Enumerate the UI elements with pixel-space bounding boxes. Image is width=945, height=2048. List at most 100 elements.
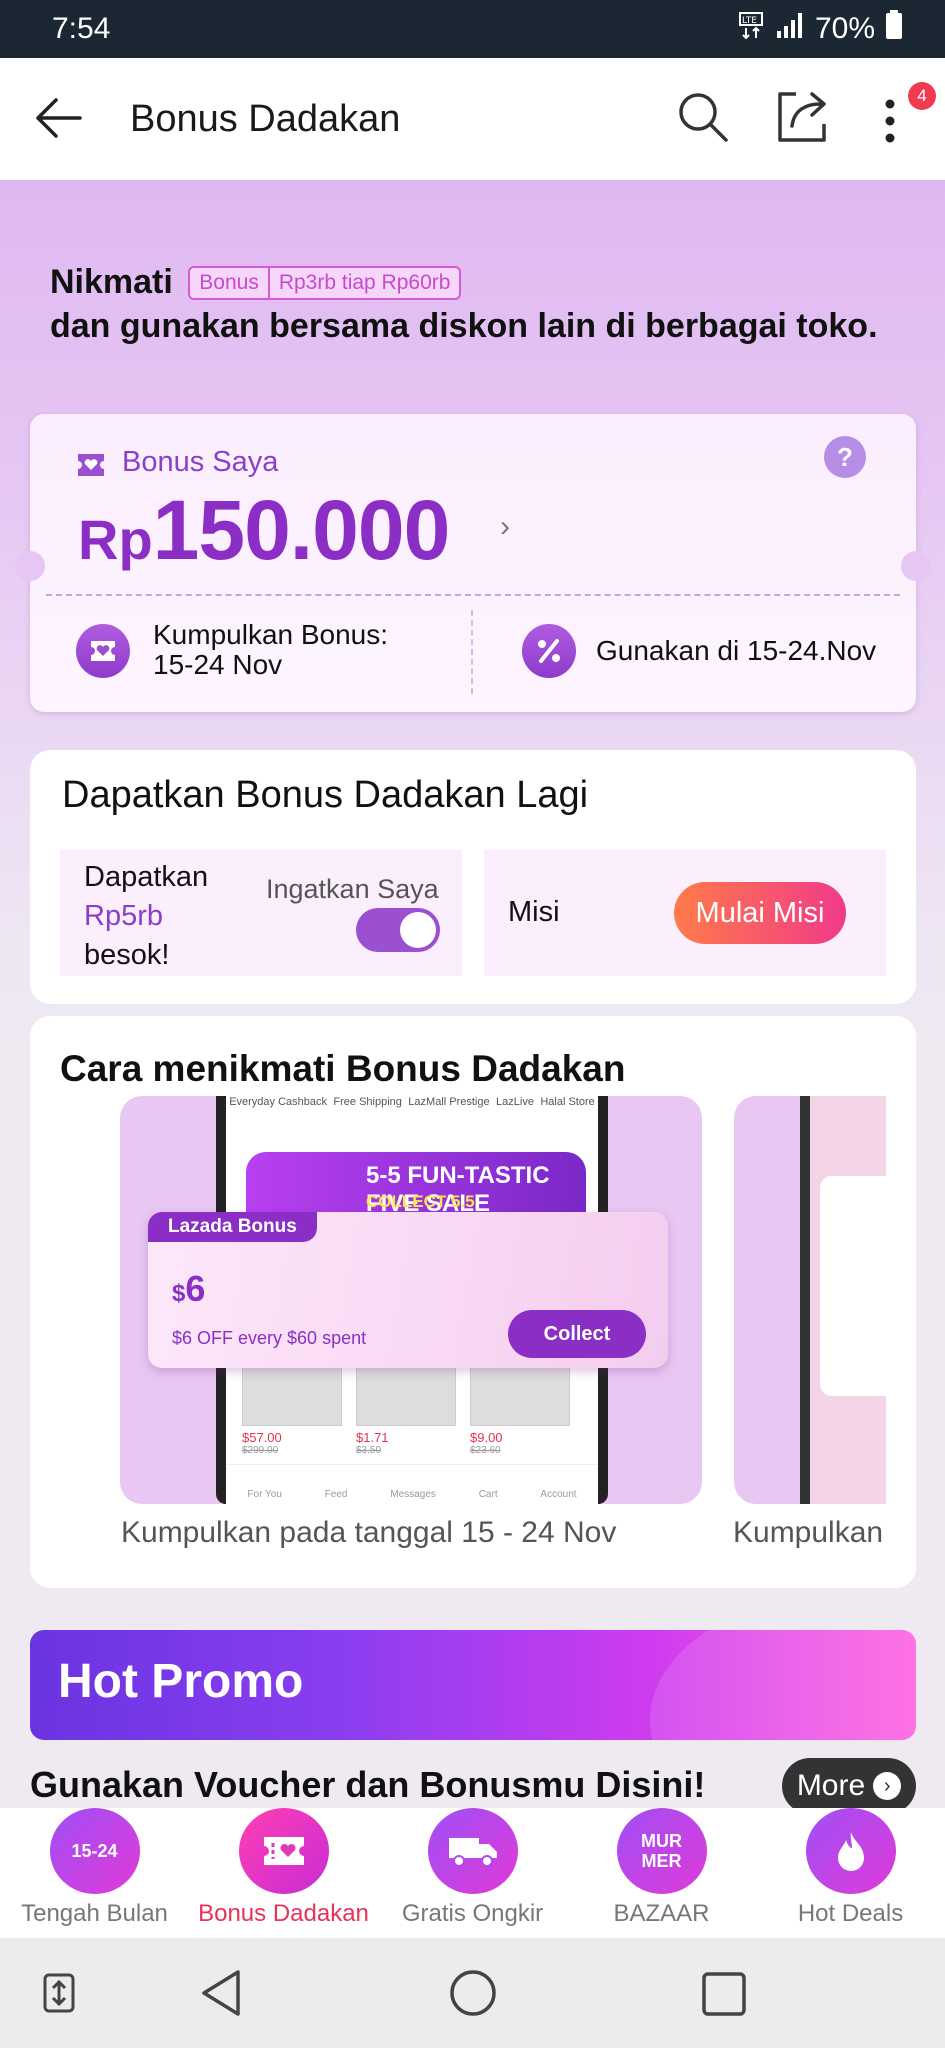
mockup-product: $57.00 $299.00 [242,1366,342,1456]
tab-gratis-ongkir[interactable]: Gratis Ongkir [378,1808,567,1938]
chevron-right-icon: › [873,1772,902,1800]
voucher-collect-button: Collect [508,1310,646,1358]
card-notch-right [901,551,931,581]
remind-me-toggle[interactable] [356,908,440,952]
calendar-icon-text: 15-24 [71,1840,118,1861]
bazaar-icon-text: MUR MER [641,1831,682,1871]
slide-caption: Kumpulkan [733,1516,884,1549]
voucher-amount: $6 [172,1268,205,1310]
voucher-description: $6 OFF every $60 spent [172,1328,367,1348]
bonus-pill: Bonus Rp3rb tiap Rp60rb [188,266,462,300]
how-to-slide[interactable]: Everyday Cashback Free Shipping LazMall … [120,1096,702,1504]
help-icon[interactable]: ? [824,436,866,478]
mockup-nav-item: Account [540,1489,577,1500]
back-nav-icon[interactable] [198,1968,246,2018]
collect-bonus-icon [76,624,130,678]
more-button[interactable]: More › [782,1758,916,1808]
hot-promo-title: Hot Promo [58,1655,304,1708]
mockup-tab: LazMall Prestige [408,1096,490,1108]
tab-label: Gratis Ongkir [401,1900,544,1927]
intro-text: Nikmati Bonus Rp3rb tiap Rp60rb dan guna… [50,260,890,348]
voucher-currency: $ [172,1280,186,1307]
product-image [242,1366,342,1426]
how-to-slide[interactable] [734,1096,886,1504]
mockup-nav: For You Feed Messages Cart Account [226,1464,598,1504]
tab-label: BAZAAR [613,1900,710,1927]
mockup-tabs: Everyday Cashback Free Shipping LazMall … [226,1096,598,1108]
banner-decoration [650,1630,916,1740]
product-old-price: $3.50 [356,1445,382,1456]
product-price: $9.00 [470,1430,503,1445]
bonus-value: 150.000 [152,483,451,577]
tomorrow-line3: besok! [84,939,170,971]
slide-caption: Kumpulkan pada tanggal 15 - 24 Nov [121,1516,617,1549]
keyboard-toggle-icon[interactable] [42,1972,76,2014]
voucher-value: 6 [185,1268,206,1309]
recents-nav-icon[interactable] [700,1970,748,2018]
status-icons: LTE 70% [738,10,903,48]
mockup-nav-item: Cart [478,1489,498,1500]
start-mission-button[interactable]: Mulai Misi [674,882,846,944]
mockup-tab: Halal Store [540,1096,595,1108]
bazaar-icon: MUR MER [616,1808,707,1894]
get-bonus-again-title: Dapatkan Bonus Dadakan Lagi [62,774,589,816]
mockup-nav-item: Feed [324,1489,348,1500]
remind-me-label: Ingatkan Saya [266,874,439,904]
tab-hot-deals[interactable]: Hot Deals [756,1808,945,1938]
get-bonus-again-card: Dapatkan Bonus Dadakan Lagi Dapatkan Rp5… [30,750,916,1004]
tab-label: Hot Deals [797,1900,904,1927]
how-to-carousel[interactable]: Everyday Cashback Free Shipping LazMall … [30,1016,886,1588]
tab-label: Bonus Dadakan [198,1900,369,1927]
tomorrow-line1: Dapatkan [84,861,209,893]
mockup-product: $1.71 $3.50 [356,1366,456,1456]
mockup-products: $57.00 $299.00 $1.71 $3.50 $9.00 $23.60 [242,1366,582,1456]
share-icon[interactable] [774,88,832,144]
phone-mockup [800,1096,886,1504]
mockup-banner-sub: COLLECT 5.5 [366,1192,475,1211]
intro-lead: Nikmati [50,263,173,301]
my-bonus-card[interactable]: Bonus Saya ? Rp150.000 › Kumpulkan Bonus… [15,414,931,712]
mission-box: Misi Mulai Misi [484,850,886,976]
bonus-pill-tag: Bonus [199,271,259,294]
more-label: More [796,1769,866,1802]
toggle-knob [400,912,436,948]
my-bonus-label: Bonus Saya [122,446,279,478]
use-bonus-label: Gunakan di 15-24.Nov [596,635,877,666]
card-notch-left [15,551,45,581]
home-nav-icon[interactable] [448,1968,498,2018]
main-content[interactable]: Nikmati Bonus Rp3rb tiap Rp60rb dan guna… [0,180,945,1808]
system-nav-bar [0,1938,945,2048]
product-old-price: $299.00 [242,1445,279,1456]
back-arrow-icon[interactable] [34,96,84,140]
product-image [356,1366,456,1426]
tomorrow-amount: Rp5rb [84,900,163,932]
product-price: $57.00 [242,1430,282,1445]
tab-bonus-dadakan[interactable]: Bonus Dadakan [189,1808,378,1938]
tab-label: Tengah Bulan [21,1900,168,1927]
mockup-card [820,1176,886,1396]
mockup-nav-item: For You [247,1489,282,1500]
bottom-tab-bar: 15-24 Tengah Bulan Bonus Dadakan Gratis … [0,1808,945,1938]
signal-icon [775,11,805,47]
truck-icon [427,1808,518,1894]
bonus-amount: Rp150.000 [78,482,451,579]
mockup-tab: Free Shipping [333,1096,402,1108]
more-options-icon[interactable] [880,96,900,146]
ticket-icon [78,454,104,476]
notification-badge: 4 [908,82,936,110]
flame-icon [805,1808,896,1894]
vertical-divider [471,610,473,694]
page-title: Bonus Dadakan [130,98,401,140]
search-icon[interactable] [676,90,730,144]
status-time: 7:54 [52,12,111,45]
tab-bazaar[interactable]: MUR MER BAZAAR [567,1808,756,1938]
product-old-price: $23.60 [470,1445,501,1456]
voucher-tag: Lazada Bonus [148,1212,317,1242]
tomorrow-bonus-box: Dapatkan Rp5rb besok! Ingatkan Saya [60,850,462,976]
bonus-currency: Rp [78,508,153,571]
product-price: $1.71 [356,1430,389,1445]
hot-promo-banner[interactable]: Hot Promo [30,1630,916,1740]
chevron-right-icon[interactable]: › [500,510,510,544]
tab-tengah-bulan[interactable]: 15-24 Tengah Bulan [0,1808,189,1938]
calendar-icon: 15-24 [49,1808,140,1894]
